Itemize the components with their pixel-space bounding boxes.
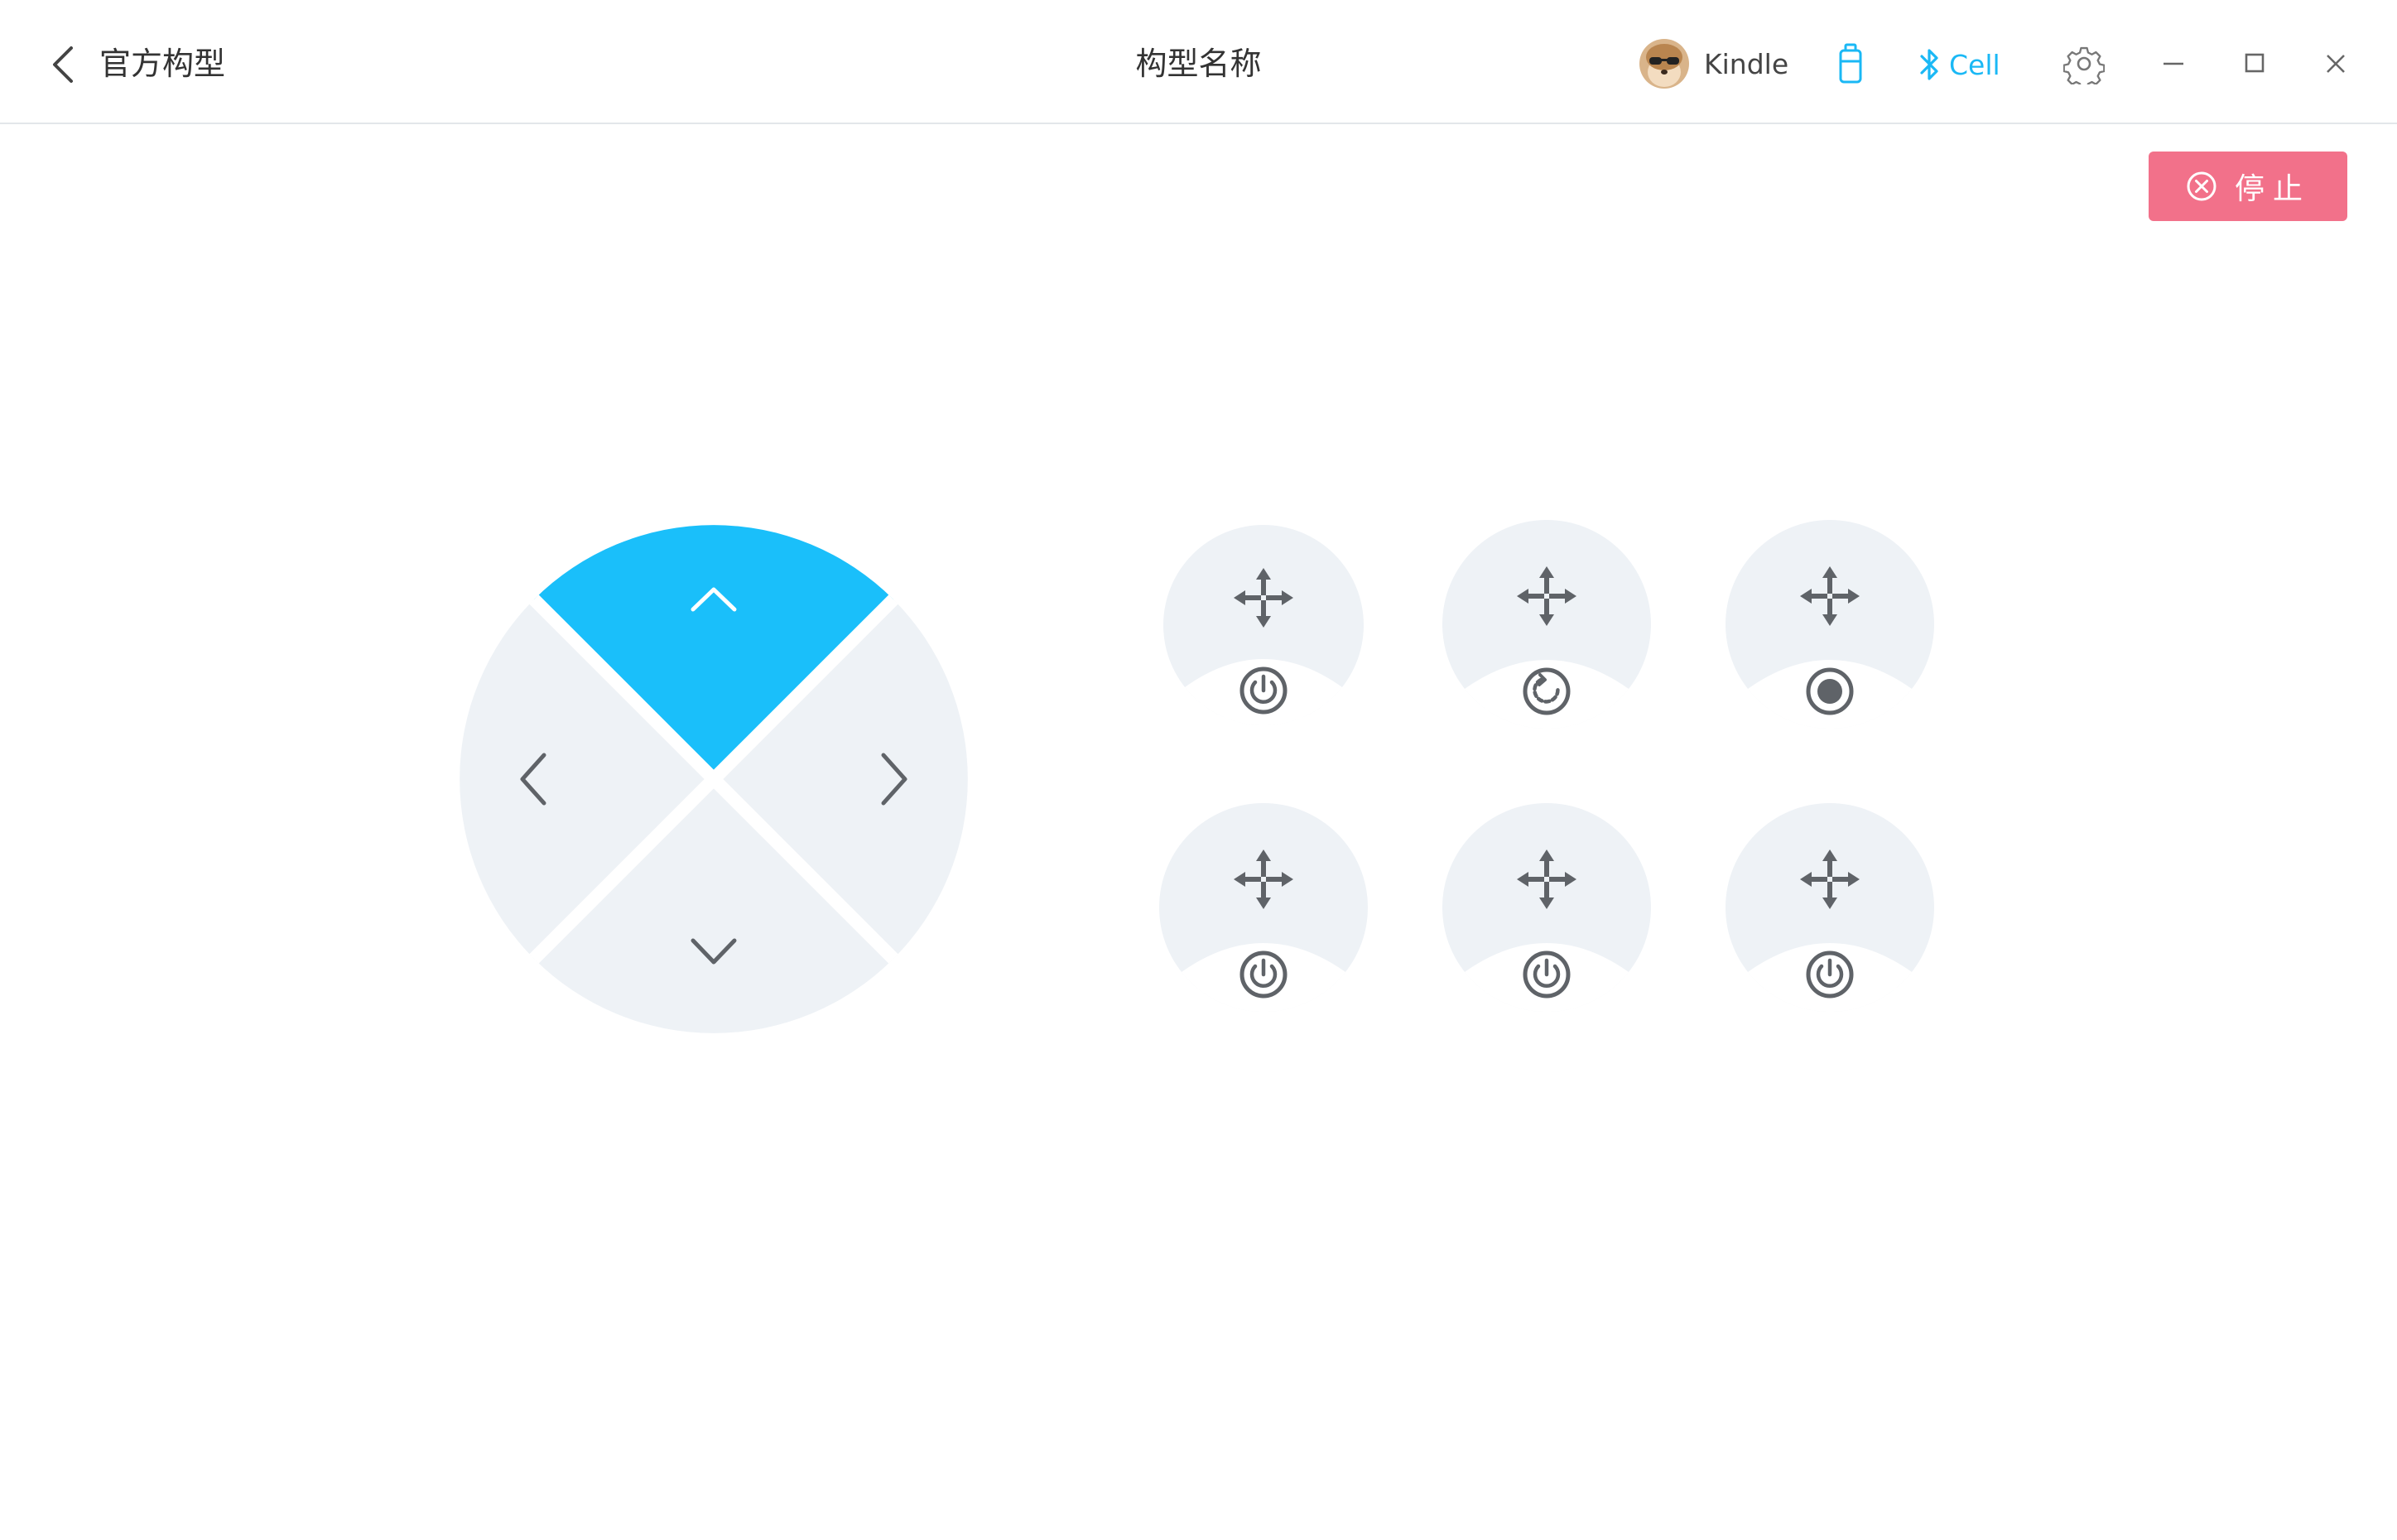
direction-pad [460,525,968,1033]
user-name: Kindle [1704,47,1789,80]
maximize-icon[interactable] [2234,43,2275,84]
battery-icon[interactable] [1838,43,1863,84]
close-icon[interactable] [2315,43,2356,84]
user-profile[interactable]: Kindle [1639,36,1788,91]
avatar [1639,39,1689,89]
bluetooth-icon [1920,49,1938,80]
function-button-3[interactable] [1726,520,1934,729]
circle-x-icon [2187,171,2217,201]
minimize-icon[interactable] [2153,43,2194,84]
chevron-left-icon [53,46,73,83]
direction-pad-graphic [460,525,968,1033]
back-button[interactable] [48,43,81,86]
stop-button[interactable]: 停止 [2149,152,2347,221]
settings-gear-icon[interactable] [2063,43,2105,84]
function-button-5[interactable] [1442,803,1651,1012]
function-button-2[interactable] [1442,520,1651,729]
function-button-4[interactable] [1159,803,1368,1012]
function-button-6[interactable] [1726,803,1934,1012]
function-button-1[interactable] [1163,525,1364,725]
back-label[interactable]: 官方构型 [99,41,225,86]
title-bar: 官方构型 构型名称 Kindle Cell [0,0,2397,124]
bluetooth-label: Cell [1949,48,2000,81]
page-title: 构型名称 [1135,46,1262,82]
stop-button-label: 停止 [2234,172,2311,206]
bluetooth-device[interactable]: Cell [1919,40,2000,89]
page-title-wrap: 构型名称 [0,41,2397,86]
